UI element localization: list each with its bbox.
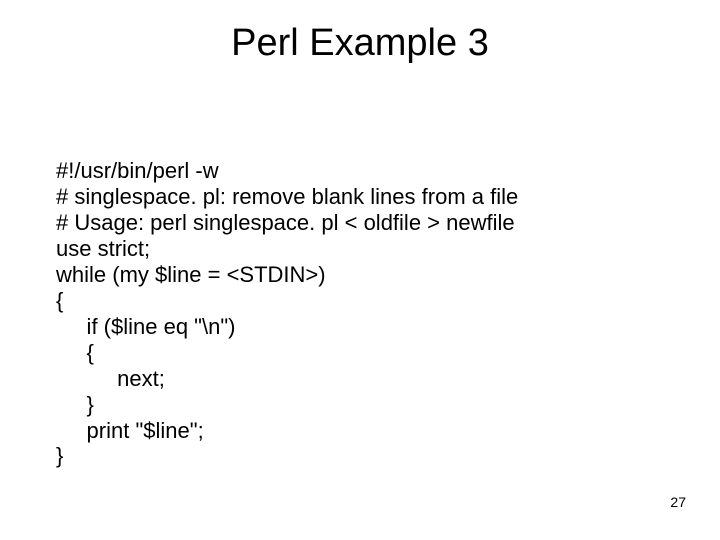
page-number: 27 xyxy=(670,494,686,510)
slide-title: Perl Example 3 xyxy=(0,22,720,65)
code-block: #!/usr/bin/perl -w # singlespace. pl: re… xyxy=(56,158,518,469)
slide: Perl Example 3 #!/usr/bin/perl -w # sing… xyxy=(0,0,720,540)
